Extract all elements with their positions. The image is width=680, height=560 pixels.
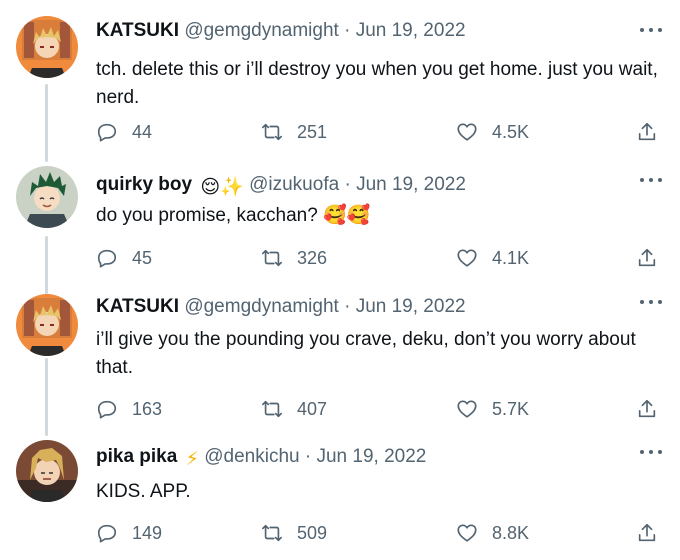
timestamp[interactable]: Jun 19, 2022 xyxy=(316,446,426,467)
timestamp[interactable]: Jun 19, 2022 xyxy=(356,20,466,41)
handle[interactable]: @gemgdynamight xyxy=(184,20,338,41)
separator: · xyxy=(344,20,351,41)
reply-button[interactable]: 44 xyxy=(96,119,152,145)
like-icon xyxy=(457,123,477,141)
tweet-actions: 44 251 4.5K xyxy=(96,119,666,145)
like-button[interactable]: 4.5K xyxy=(456,119,529,145)
reply-button[interactable]: 163 xyxy=(96,396,162,422)
handle[interactable]: @izukuofa xyxy=(249,174,339,195)
tweet-text: KIDS. APP. xyxy=(96,481,191,502)
tweet-header: KATSUKI @gemgdynamight · Jun 19, 2022 xyxy=(96,18,466,44)
retweet-count: 509 xyxy=(297,522,328,543)
tweet-text: i’ll give you the pounding you crave, de… xyxy=(96,329,636,378)
share-button[interactable] xyxy=(636,520,658,546)
like-button[interactable]: 5.7K xyxy=(456,396,529,422)
retweet-button[interactable]: 407 xyxy=(261,396,327,422)
like-icon xyxy=(457,400,477,418)
reply-count: 44 xyxy=(132,121,153,142)
avatar-image xyxy=(16,294,78,356)
display-name[interactable]: pika pika xyxy=(96,446,177,467)
reply-button[interactable]: 149 xyxy=(96,520,162,546)
reply-icon xyxy=(97,249,117,268)
timestamp[interactable]: Jun 19, 2022 xyxy=(356,174,466,195)
separator: · xyxy=(344,296,351,317)
like-icon xyxy=(457,524,477,542)
avatar-image xyxy=(16,166,78,228)
timestamp[interactable]: Jun 19, 2022 xyxy=(356,296,466,317)
name-emoji: ⚡ xyxy=(185,449,199,470)
share-icon xyxy=(638,523,656,542)
tweet-actions: 149 509 8.8K xyxy=(96,520,666,546)
handle[interactable]: @gemgdynamight xyxy=(184,296,338,317)
share-button[interactable] xyxy=(636,396,658,422)
tweet[interactable]: quirky boy 😌✨ @izukuofa · Jun 19, 2022 d… xyxy=(0,160,680,290)
separator: · xyxy=(304,446,312,467)
tweet[interactable]: KATSUKI @gemgdynamight · Jun 19, 2022 i’… xyxy=(0,290,680,430)
tweet-actions: 163 407 5.7K xyxy=(96,396,666,422)
share-button[interactable] xyxy=(636,245,658,271)
separator: · xyxy=(344,174,351,195)
like-count: 8.8K xyxy=(492,522,530,543)
tweet-thread: KATSUKI @gemgdynamight · Jun 19, 2022 tc… xyxy=(0,0,680,560)
more-icon[interactable] xyxy=(640,176,662,184)
like-count: 4.5K xyxy=(492,121,530,142)
avatar-image xyxy=(16,16,78,78)
retweet-button[interactable]: 251 xyxy=(261,119,327,145)
retweet-icon xyxy=(262,123,282,141)
display-name[interactable]: KATSUKI xyxy=(96,20,179,41)
tweet-text: do you promise, kacchan? 🥰🥰 xyxy=(96,205,371,226)
like-count: 4.1K xyxy=(492,247,530,268)
like-icon xyxy=(457,249,477,267)
retweet-button[interactable]: 326 xyxy=(261,245,327,271)
avatar[interactable] xyxy=(16,294,78,356)
retweet-button[interactable]: 509 xyxy=(261,520,327,546)
tweet[interactable]: KATSUKI @gemgdynamight · Jun 19, 2022 tc… xyxy=(0,0,680,160)
tweet-header: pika pika ⚡ @denkichu · Jun 19, 2022 xyxy=(96,444,426,470)
name-emoji: 😌✨ xyxy=(200,177,244,198)
avatar[interactable] xyxy=(16,440,78,502)
retweet-count: 251 xyxy=(297,121,328,142)
retweet-icon xyxy=(262,400,282,418)
reply-icon xyxy=(97,400,117,419)
share-icon xyxy=(638,248,656,267)
retweet-count: 407 xyxy=(297,398,328,419)
tweet-header: quirky boy 😌✨ @izukuofa · Jun 19, 2022 xyxy=(96,172,466,198)
share-icon xyxy=(638,122,656,141)
reply-icon xyxy=(97,524,117,543)
reply-count: 163 xyxy=(132,398,163,419)
share-button[interactable] xyxy=(636,119,658,145)
tweet[interactable]: pika pika ⚡ @denkichu · Jun 19, 2022 KID… xyxy=(0,430,680,560)
more-icon[interactable] xyxy=(640,448,662,456)
share-icon xyxy=(638,399,656,418)
avatar[interactable] xyxy=(16,166,78,228)
display-name[interactable]: quirky boy xyxy=(96,174,192,195)
retweet-icon xyxy=(262,249,282,267)
like-button[interactable]: 8.8K xyxy=(456,520,529,546)
retweet-count: 326 xyxy=(297,247,328,268)
more-icon[interactable] xyxy=(640,298,662,306)
tweet-text: tch. delete this or i’ll destroy you whe… xyxy=(96,59,658,108)
handle[interactable]: @denkichu xyxy=(204,446,299,467)
avatar-image xyxy=(16,440,78,502)
reply-button[interactable]: 45 xyxy=(96,245,152,271)
like-button[interactable]: 4.1K xyxy=(456,245,529,271)
reply-count: 149 xyxy=(132,522,163,543)
tweet-actions: 45 326 4.1K xyxy=(96,245,666,271)
retweet-icon xyxy=(262,524,282,542)
reply-icon xyxy=(97,123,117,142)
more-icon[interactable] xyxy=(640,26,662,34)
display-name[interactable]: KATSUKI xyxy=(96,296,179,317)
reply-count: 45 xyxy=(132,247,153,268)
avatar[interactable] xyxy=(16,16,78,78)
like-count: 5.7K xyxy=(492,398,530,419)
tweet-header: KATSUKI @gemgdynamight · Jun 19, 2022 xyxy=(96,294,466,320)
